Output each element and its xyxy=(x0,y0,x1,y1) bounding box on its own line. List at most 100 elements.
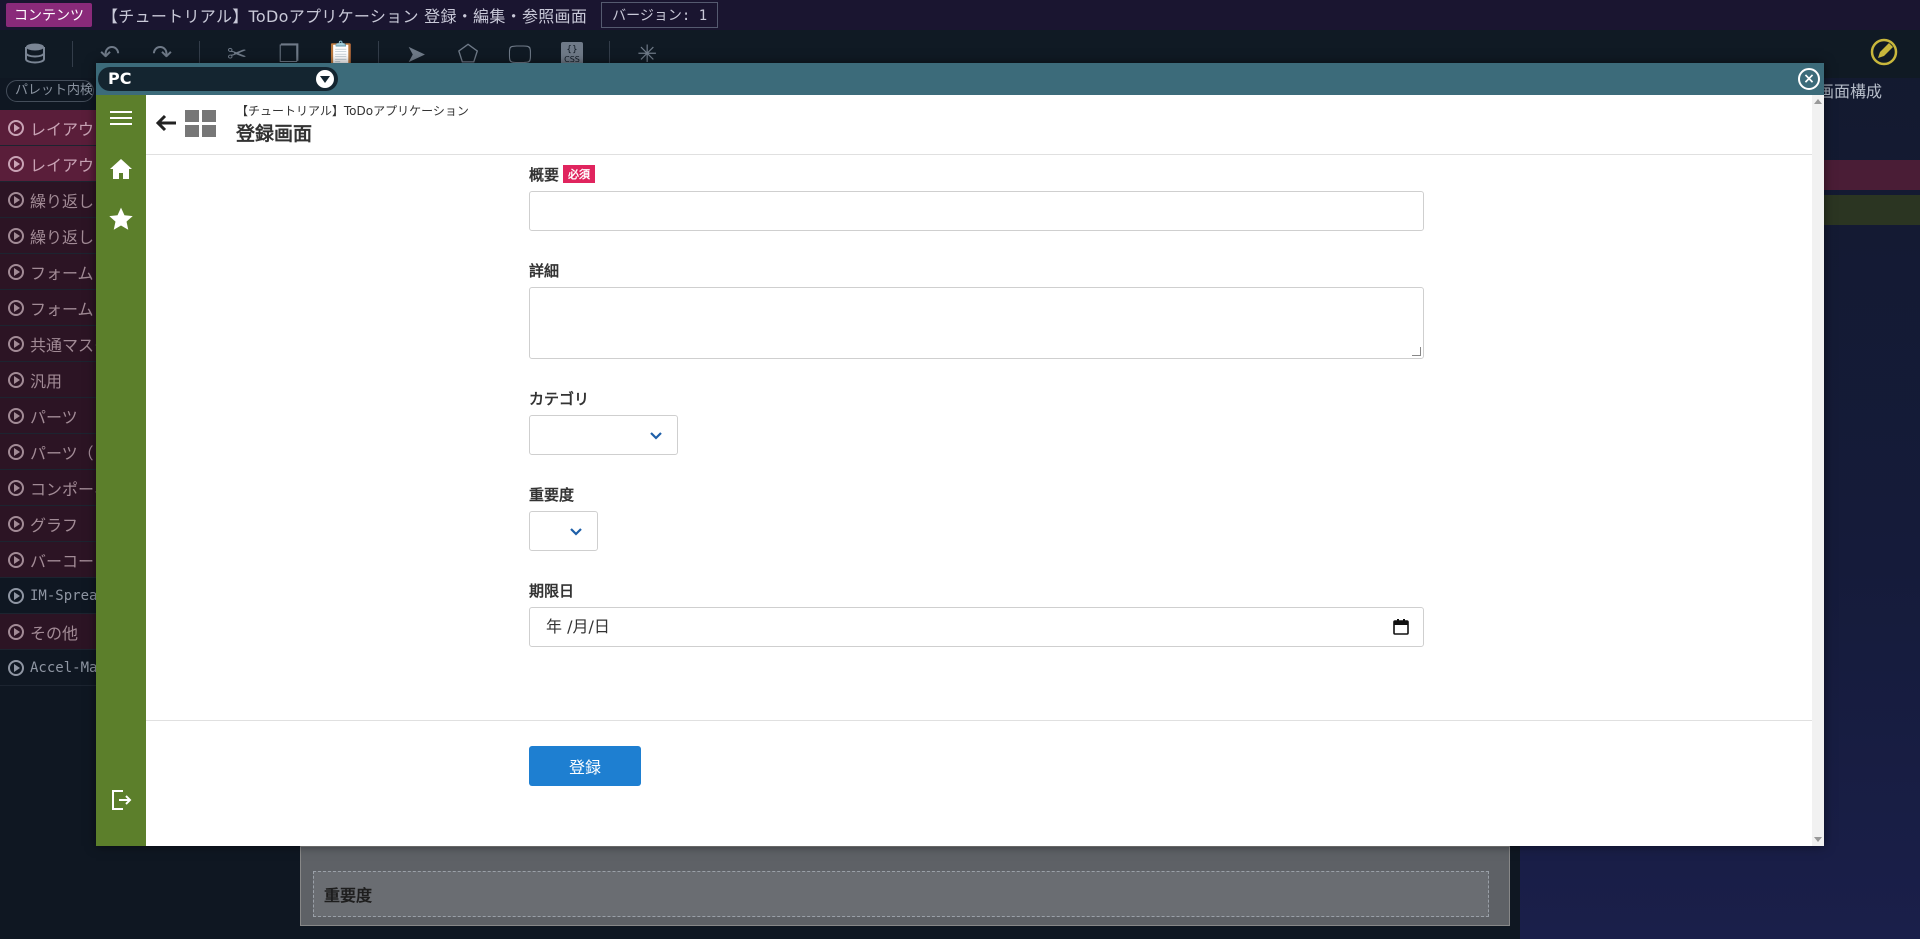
palette-item-label: レイアウト xyxy=(30,155,96,175)
content-badge: コンテンツ xyxy=(6,3,92,27)
play-circle-icon xyxy=(8,515,24,532)
palette-item-label: Accel-Mart xyxy=(30,659,96,676)
logout-icon[interactable] xyxy=(106,785,136,815)
palette-item[interactable]: バーコード xyxy=(0,542,96,578)
edit-pencil-icon[interactable] xyxy=(1868,36,1900,68)
palette-item-label: パーツ（ xyxy=(30,443,94,463)
palette-item[interactable]: Accel-Mart xyxy=(0,650,96,686)
star-icon[interactable] xyxy=(106,204,136,234)
app-sidebar xyxy=(96,95,146,846)
page-title: 登録画面 xyxy=(236,123,313,145)
category-label: カテゴリ xyxy=(529,390,590,408)
screen-structure-tab[interactable]: 画面構成 xyxy=(1818,78,1882,102)
palette-item[interactable]: コンポーネント xyxy=(0,470,96,506)
play-circle-icon xyxy=(8,263,24,280)
palette-item-label: フォーム xyxy=(30,263,94,283)
back-arrow-icon[interactable] xyxy=(152,109,180,137)
palette-item-label: 繰り返し xyxy=(30,191,95,211)
register-button[interactable]: 登録 xyxy=(529,746,641,786)
device-select[interactable]: PC xyxy=(98,67,338,91)
palette-item-label: コンポーネント xyxy=(30,479,96,499)
palette-item[interactable]: パーツ（ xyxy=(0,434,96,470)
palette-item-label: レイアウト xyxy=(30,119,96,139)
play-circle-icon xyxy=(8,155,24,172)
summary-label: 概要 必須 xyxy=(529,164,596,185)
calendar-icon[interactable] xyxy=(1393,619,1409,635)
palette-item-label: 繰り返し xyxy=(30,227,95,247)
palette-item-label: グラフ xyxy=(30,515,79,535)
palette-item[interactable]: 共通マスタ xyxy=(0,326,96,362)
palette-item[interactable]: パーツ xyxy=(0,398,96,434)
preview-modal: PC × 【チュートリアル】ToDoアプリケーション 登録画面 概要 必須 詳細… xyxy=(96,63,1824,846)
play-circle-icon xyxy=(8,587,24,604)
play-circle-icon xyxy=(8,479,24,496)
palette-item[interactable]: グラフ xyxy=(0,506,96,542)
ide-title: 【チュートリアル】ToDoアプリケーション 登録・編集・参照画面 xyxy=(102,7,588,26)
chevron-down-icon xyxy=(570,528,582,536)
palette-item[interactable]: フォーム xyxy=(0,254,96,290)
app-subtitle: 【チュートリアル】ToDoアプリケーション xyxy=(236,104,469,118)
palette-item-label: フォーム xyxy=(30,299,94,319)
palette-sidebar: パレット内検索 レイアウトレイアウト繰り返し繰り返しフォームフォーム共通マスタ汎… xyxy=(0,78,96,778)
preview-modal-header: PC × xyxy=(96,63,1824,95)
palette-item-label: IM-Spread xyxy=(30,587,96,604)
category-select[interactable] xyxy=(529,415,678,455)
palette-search-input[interactable]: パレット内検索 xyxy=(6,80,94,102)
device-select-value: PC xyxy=(108,69,132,88)
palette-item[interactable]: レイアウト xyxy=(0,110,96,146)
registration-form: 概要 必須 詳細 カテゴリ 重要度 期限日 年 /月/日 xyxy=(146,156,1814,716)
play-circle-icon xyxy=(8,335,24,352)
palette-item[interactable]: 繰り返し xyxy=(0,182,96,218)
priority-select[interactable] xyxy=(529,511,598,551)
play-circle-icon xyxy=(8,551,24,568)
app-preview-frame: 【チュートリアル】ToDoアプリケーション 登録画面 概要 必須 詳細 カテゴリ … xyxy=(96,95,1824,846)
chevron-down-icon xyxy=(316,70,334,88)
structure-row[interactable] xyxy=(1822,160,1920,190)
palette-item-label: バーコード xyxy=(30,551,96,571)
structure-row[interactable] xyxy=(1822,195,1920,225)
app-header: 【チュートリアル】ToDoアプリケーション 登録画面 xyxy=(146,95,1814,155)
play-circle-icon xyxy=(8,371,24,388)
svg-text:{}: {} xyxy=(566,45,577,55)
required-badge: 必須 xyxy=(563,165,596,183)
detail-textarea[interactable] xyxy=(529,287,1424,359)
play-circle-icon xyxy=(8,191,24,208)
due-date-label: 期限日 xyxy=(529,582,575,600)
database-icon[interactable] xyxy=(20,39,50,69)
summary-input[interactable] xyxy=(529,191,1424,231)
palette-item[interactable]: その他 xyxy=(0,614,96,650)
palette-item[interactable]: 汎用 xyxy=(0,362,96,398)
palette-item[interactable]: フォーム xyxy=(0,290,96,326)
play-circle-icon xyxy=(8,119,24,136)
version-badge: バージョン: 1 xyxy=(601,2,719,28)
vertical-scrollbar[interactable] xyxy=(1812,95,1824,846)
priority-label: 重要度 xyxy=(529,486,575,504)
palette-item-label: 共通マスタ xyxy=(30,335,96,355)
play-circle-icon xyxy=(8,227,24,244)
toolbar-separator xyxy=(72,41,73,67)
close-icon[interactable]: × xyxy=(1798,68,1820,90)
chevron-down-icon xyxy=(650,432,662,440)
detail-label: 詳細 xyxy=(529,262,560,280)
palette-item[interactable]: IM-Spread xyxy=(0,578,96,614)
play-circle-icon xyxy=(8,443,24,460)
home-icon[interactable] xyxy=(106,154,136,184)
palette-item-label: 汎用 xyxy=(30,371,63,391)
scroll-up-icon[interactable] xyxy=(1814,99,1822,104)
play-circle-icon xyxy=(8,299,24,316)
ide-titlebar: コンテンツ 【チュートリアル】ToDoアプリケーション 登録・編集・参照画面 バ… xyxy=(0,0,1920,30)
app-grid-icon[interactable] xyxy=(184,109,218,139)
menu-icon[interactable] xyxy=(106,103,136,133)
palette-item-label: パーツ xyxy=(30,407,78,427)
form-divider xyxy=(146,720,1814,721)
palette-item[interactable]: レイアウト xyxy=(0,146,96,182)
due-date-placeholder: 年 /月/日 xyxy=(546,617,610,636)
scroll-down-icon[interactable] xyxy=(1814,837,1822,842)
due-date-input[interactable]: 年 /月/日 xyxy=(529,607,1424,647)
design-canvas: 重要度 xyxy=(300,846,1510,926)
play-circle-icon xyxy=(8,623,24,640)
canvas-priority-block[interactable]: 重要度 xyxy=(313,871,1489,917)
palette-item[interactable]: 繰り返し xyxy=(0,218,96,254)
play-circle-icon xyxy=(8,407,24,424)
palette-item-label: その他 xyxy=(30,623,79,643)
